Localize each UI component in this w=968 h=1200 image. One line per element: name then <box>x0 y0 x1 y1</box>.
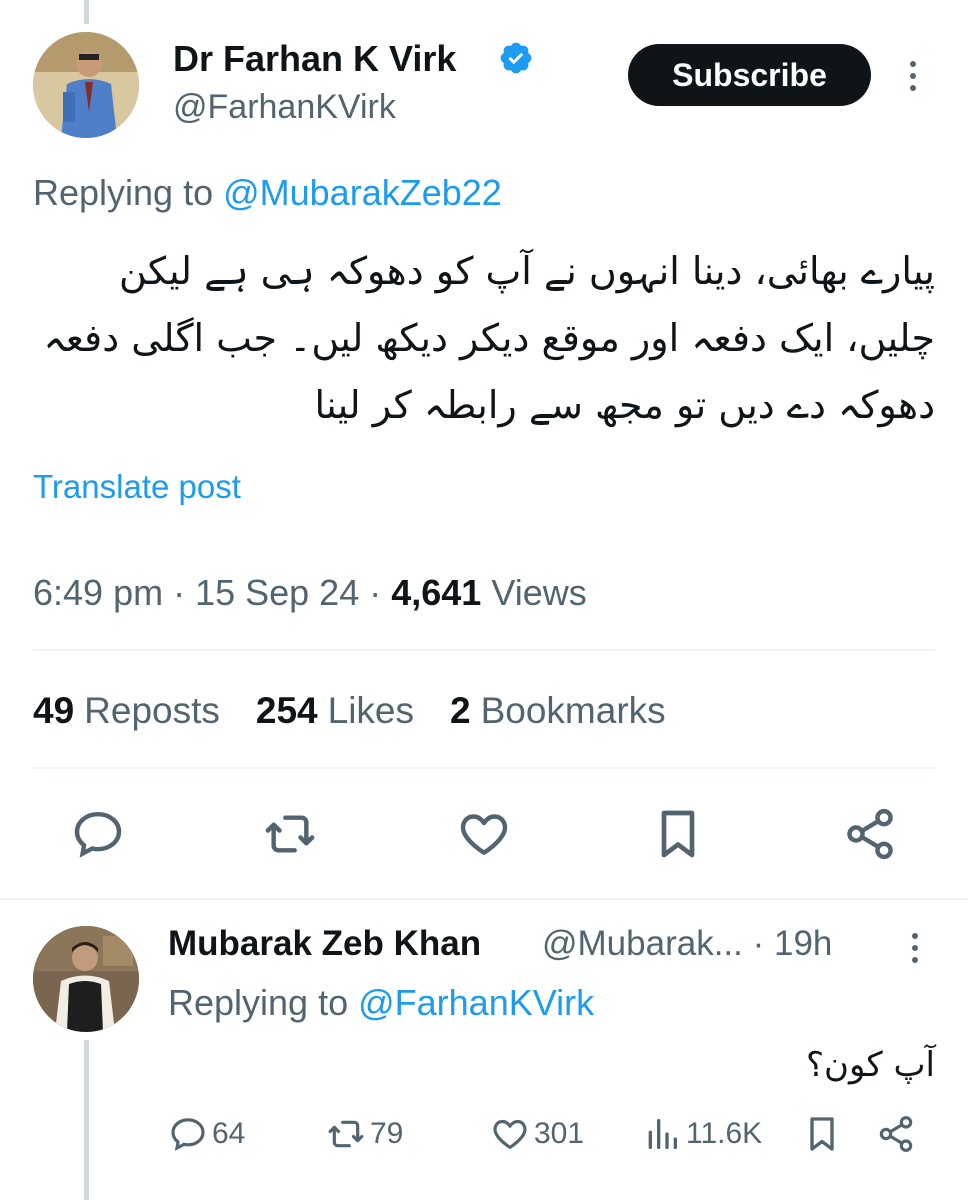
author-name[interactable]: Dr Farhan K Virk <box>173 38 456 80</box>
more-icon[interactable] <box>904 58 922 94</box>
reposts-count: 49 <box>33 690 75 731</box>
reposts-label: Reposts <box>84 690 220 731</box>
author-avatar[interactable] <box>33 32 139 138</box>
views-count: 4,641 <box>391 572 482 613</box>
like-icon <box>493 1119 527 1149</box>
bookmark-icon[interactable] <box>650 806 706 862</box>
translate-link[interactable]: Translate post <box>33 468 241 506</box>
reply-text: آپ کون؟ <box>805 1045 935 1085</box>
meta-dot: · <box>163 572 196 613</box>
reply-like-button[interactable]: 301 <box>490 1114 584 1154</box>
tweet-text: پیارے بھائی، دینا انہوں نے آپ کو دھوکہ ہ… <box>43 249 935 427</box>
replying-prefix: Replying to <box>168 982 359 1023</box>
bookmark-icon[interactable] <box>802 1114 842 1154</box>
views-label: Views <box>491 572 587 613</box>
reply-handle[interactable]: @Mubarak... <box>542 924 743 963</box>
bookmarks-stat[interactable]: 2 Bookmarks <box>450 690 666 732</box>
thread-line <box>84 1040 89 1200</box>
share-icon[interactable] <box>842 806 898 862</box>
reply-replies-button[interactable]: 64 <box>168 1114 245 1154</box>
divider <box>0 898 968 900</box>
reply-author-name[interactable]: Mubarak Zeb Khan <box>168 924 481 964</box>
repost-icon[interactable] <box>262 806 318 862</box>
replying-to: Replying to @MubarakZeb22 <box>33 172 502 214</box>
divider <box>33 649 935 651</box>
replying-to-link[interactable]: @FarhanKVirk <box>358 982 594 1023</box>
reply-author-handle: @Mubarak... · 19h <box>542 924 832 964</box>
reply-icon <box>171 1118 205 1151</box>
meta-dot: · <box>359 572 392 613</box>
thread-line <box>84 0 89 24</box>
repost-icon <box>328 1120 364 1148</box>
engagement-stats: 49 Reposts 254 Likes 2 Bookmarks <box>33 690 666 732</box>
reply-author-avatar[interactable] <box>33 926 139 1032</box>
divider <box>33 767 935 769</box>
reply-icon[interactable] <box>70 806 126 862</box>
bookmarks-count: 2 <box>450 690 471 731</box>
likes-stat[interactable]: 254 Likes <box>256 690 414 732</box>
like-icon[interactable] <box>456 806 512 862</box>
reply-age[interactable]: · 19h <box>753 924 833 963</box>
verified-badge-icon <box>500 42 532 74</box>
tweet-meta: 6:49 pm · 15 Sep 24 · 4,641 Views <box>33 572 587 614</box>
author-handle[interactable]: @FarhanKVirk <box>173 88 396 127</box>
reply-repost-button[interactable]: 79 <box>326 1114 403 1154</box>
reply-likes-count: 301 <box>534 1117 585 1150</box>
reposts-stat[interactable]: 49 Reposts <box>33 690 220 732</box>
share-icon[interactable] <box>876 1114 916 1154</box>
more-icon[interactable] <box>906 930 924 966</box>
tweet-time[interactable]: 6:49 pm <box>33 572 163 613</box>
replying-to-link[interactable]: @MubarakZeb22 <box>223 172 502 213</box>
bookmarks-label: Bookmarks <box>480 690 666 731</box>
replying-prefix: Replying to <box>33 172 224 213</box>
reply-views-button[interactable]: 11.6K <box>642 1114 762 1154</box>
reply-replies-count: 64 <box>212 1117 246 1150</box>
reply-replying-to: Replying to @FarhanKVirk <box>168 982 594 1024</box>
subscribe-button[interactable]: Subscribe <box>628 44 871 106</box>
tweet-date[interactable]: 15 Sep 24 <box>195 572 359 613</box>
reply-views-count: 11.6K <box>686 1117 763 1150</box>
views-icon <box>648 1119 677 1149</box>
reply-reposts-count: 79 <box>370 1117 404 1150</box>
likes-count: 254 <box>255 690 318 731</box>
likes-label: Likes <box>327 690 415 731</box>
